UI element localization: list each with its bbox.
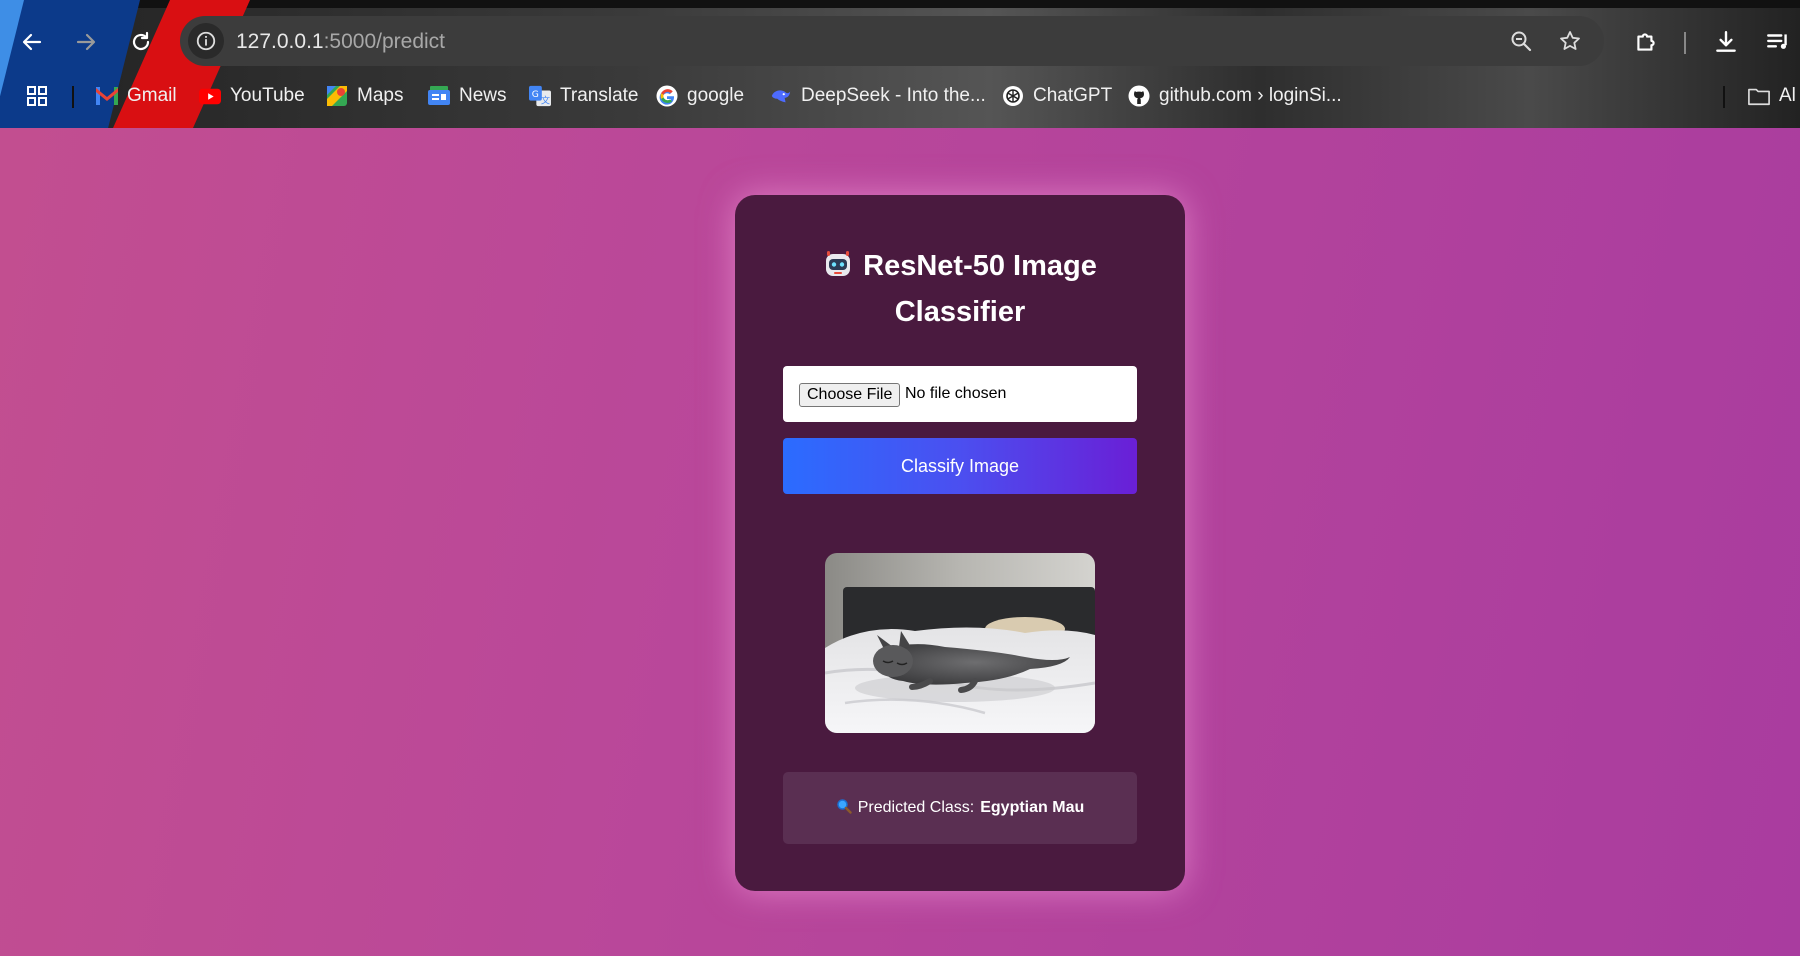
bookmark-deepseek[interactable]: DeepSeek - Into the... bbox=[770, 82, 986, 110]
star-icon bbox=[1560, 31, 1580, 50]
news-icon bbox=[428, 85, 450, 107]
info-icon bbox=[196, 31, 216, 51]
maps-icon bbox=[326, 85, 348, 107]
chatgpt-icon bbox=[1002, 85, 1024, 107]
bookmark-label: Gmail bbox=[127, 85, 177, 106]
title-line1: ResNet-50 Image bbox=[863, 250, 1097, 282]
bookmark-label: Maps bbox=[357, 85, 404, 106]
reading-list-button[interactable] bbox=[1762, 26, 1794, 58]
magnifier-icon bbox=[836, 798, 852, 819]
browser-chrome: 127.0.0.1:5000/predict Gmail YouTube Map… bbox=[0, 0, 1800, 128]
bookmark-youtube[interactable]: YouTube bbox=[199, 82, 305, 110]
page-title: ResNet-50 Image Classifier bbox=[755, 245, 1165, 333]
folder-icon bbox=[1748, 85, 1770, 107]
file-input[interactable]: Choose File No file chosen bbox=[783, 366, 1137, 422]
site-info-button[interactable] bbox=[188, 23, 224, 59]
bookmarks-bar: Gmail YouTube Maps News G 文 Translate go… bbox=[0, 78, 1800, 114]
svg-text:G: G bbox=[532, 89, 539, 100]
google-icon bbox=[656, 85, 678, 107]
classify-button[interactable]: Classify Image bbox=[783, 438, 1137, 494]
playlist-icon bbox=[1767, 34, 1787, 49]
bookmark-label: ChatGPT bbox=[1033, 85, 1113, 106]
robot-icon bbox=[823, 249, 853, 291]
bookmark-label: google bbox=[687, 85, 745, 106]
back-button[interactable] bbox=[14, 24, 50, 60]
browser-toolbar: 127.0.0.1:5000/predict bbox=[0, 10, 1800, 72]
zoom-button[interactable] bbox=[1506, 26, 1536, 56]
bookmark-translate[interactable]: G 文 Translate bbox=[529, 82, 639, 110]
cat-photo bbox=[825, 553, 1095, 733]
tab-strip bbox=[0, 0, 1800, 8]
gmail-icon bbox=[96, 85, 118, 107]
bookmark-gmail[interactable]: Gmail bbox=[96, 82, 177, 110]
bookmark-label: News bbox=[459, 85, 507, 106]
bookmark-label: YouTube bbox=[230, 85, 305, 106]
choose-file-button[interactable]: Choose File bbox=[799, 383, 901, 407]
puzzle-icon bbox=[1637, 33, 1655, 51]
bookmark-star-button[interactable] bbox=[1555, 26, 1585, 56]
arrow-right-icon bbox=[76, 33, 96, 51]
url-path: :5000/predict bbox=[323, 30, 446, 53]
github-icon bbox=[1128, 85, 1150, 107]
zoom-out-icon bbox=[1511, 31, 1532, 52]
svg-text:文: 文 bbox=[541, 94, 550, 106]
apps-grid-icon bbox=[26, 85, 48, 107]
file-status-text: No file chosen bbox=[905, 385, 1007, 402]
bookmark-label: DeepSeek - Into the... bbox=[801, 85, 986, 106]
prediction-result: Predicted Class: Egyptian Mau bbox=[783, 772, 1137, 844]
reload-button[interactable] bbox=[123, 24, 159, 60]
url-text[interactable]: 127.0.0.1:5000/predict bbox=[236, 30, 445, 54]
bookmark-folder-label: Al bbox=[1779, 85, 1796, 106]
bookmark-google[interactable]: google bbox=[656, 82, 744, 110]
deepseek-icon bbox=[770, 85, 792, 107]
url-host: 127.0.0.1 bbox=[236, 30, 324, 53]
bookmark-maps[interactable]: Maps bbox=[326, 82, 403, 110]
bookmark-github[interactable]: github.com › loginSi... bbox=[1128, 82, 1342, 110]
toolbar-divider bbox=[1684, 32, 1686, 54]
image-preview bbox=[825, 553, 1095, 733]
apps-button[interactable] bbox=[26, 82, 48, 110]
bookmarks-divider bbox=[72, 86, 74, 108]
download-icon bbox=[1716, 31, 1736, 52]
bookmark-folder[interactable]: Al bbox=[1748, 82, 1796, 110]
result-value: Egyptian Mau bbox=[980, 799, 1085, 816]
extensions-button[interactable] bbox=[1630, 26, 1662, 58]
title-line2: Classifier bbox=[894, 296, 1026, 328]
bookmark-chatgpt[interactable]: ChatGPT bbox=[1002, 82, 1112, 110]
bookmark-label: github.com › loginSi... bbox=[1159, 85, 1342, 106]
bookmarks-divider-right bbox=[1723, 86, 1725, 108]
page-background: ResNet-50 Image Classifier Choose File N… bbox=[0, 128, 1800, 956]
downloads-button[interactable] bbox=[1710, 26, 1742, 58]
youtube-icon bbox=[199, 85, 221, 107]
arrow-left-icon bbox=[22, 33, 42, 51]
reload-icon bbox=[132, 31, 150, 51]
translate-icon: G 文 bbox=[529, 85, 551, 107]
address-bar[interactable]: 127.0.0.1:5000/predict bbox=[180, 16, 1604, 66]
forward-button[interactable] bbox=[68, 24, 104, 60]
result-label: Predicted Class: bbox=[857, 799, 975, 816]
classifier-card: ResNet-50 Image Classifier Choose File N… bbox=[735, 195, 1185, 891]
bookmark-label: Translate bbox=[560, 85, 639, 106]
bookmark-news[interactable]: News bbox=[428, 82, 507, 110]
